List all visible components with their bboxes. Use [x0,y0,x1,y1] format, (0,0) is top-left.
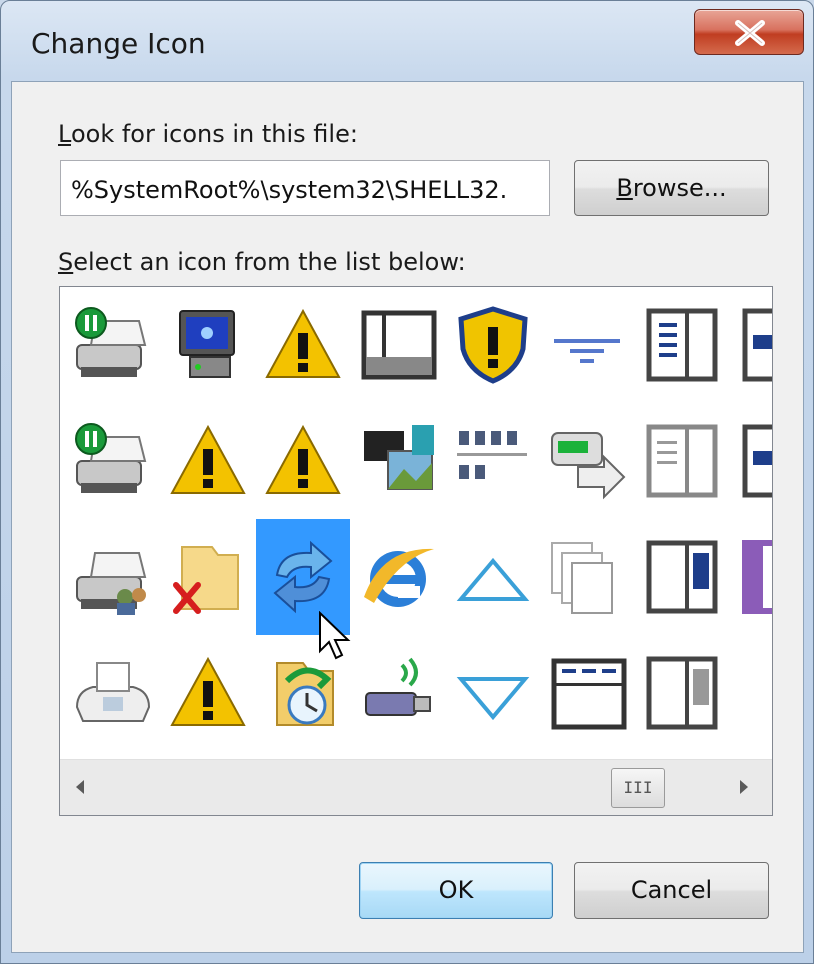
icon-cell[interactable] [541,635,635,751]
preview-pane-icon [646,540,718,614]
folder-backup-icon [276,662,334,726]
gray-pane-icon [646,656,718,730]
scroll-left-arrow-icon[interactable] [76,780,84,794]
icon-cell[interactable] [732,635,773,751]
change-icon-dialog: Change Icon Look for icons in this file:… [0,0,814,964]
icon-cell[interactable] [732,287,772,403]
icon-cell[interactable] [66,519,160,635]
icon-grid-view-icon [457,431,527,479]
icon-cell[interactable] [446,635,540,751]
copy-pages-icon [551,542,613,614]
scrollbar-thumb[interactable]: III [611,768,665,808]
mouse-pointer-icon [318,610,352,665]
details-pane-icon [646,308,718,382]
icon-cell[interactable] [636,287,730,403]
icon-cell[interactable] [636,403,730,519]
icon-cell[interactable] [541,403,635,519]
icon-cell[interactable] [541,519,635,635]
link-chain-icon [739,653,773,733]
icon-cell[interactable] [351,635,445,751]
icon-cell[interactable] [732,519,772,635]
dialog-body: Look for icons in this file: %SystemRoot… [11,81,804,953]
horizontal-scrollbar[interactable]: III [60,759,772,815]
title-bar[interactable]: Change Icon [1,1,813,81]
scroll-right-arrow-icon[interactable] [740,780,748,794]
dialog-title: Change Icon [31,27,206,60]
shared-printer-icon [76,552,147,615]
icon-cell[interactable] [446,403,540,519]
security-shield-warning-icon [458,306,528,384]
warning-icon [265,424,341,494]
text-pane-icon [646,424,718,498]
icon-cell[interactable] [256,287,350,403]
icon-cell[interactable] [732,403,772,519]
icon-cell[interactable] [351,287,445,403]
icon-cell[interactable] [161,403,255,519]
icon-cell[interactable] [636,635,730,751]
printer-paused-icon [75,307,147,377]
icon-cell[interactable] [161,519,255,635]
fax-icon [75,662,151,722]
icon-cell[interactable] [636,519,730,635]
browse-button[interactable]: Browse... [574,160,769,216]
warning-icon [265,308,341,378]
filter-lines-icon [554,339,620,363]
window-partial-icon [742,424,772,498]
icon-cell[interactable] [161,287,255,403]
icon-cell[interactable] [66,635,160,751]
media-library-icon [364,425,434,490]
icon-cell[interactable] [351,403,445,519]
drive-send-icon [551,432,626,500]
icon-cell[interactable] [66,403,160,519]
look-for-icons-label: Look for icons in this file: [58,120,358,148]
refresh-arrows-icon [273,540,333,614]
printer-paused-icon [75,423,147,493]
purple-pane-icon [742,540,772,614]
window-layout-icon [361,310,437,380]
triangle-up-icon [456,557,530,601]
close-icon [735,20,765,46]
usb-wireless-icon [365,657,431,716]
warning-icon [170,424,246,494]
icon-list[interactable]: III [59,286,773,816]
icon-cell[interactable] [446,287,540,403]
ok-button[interactable]: OK [359,862,553,919]
warning-icon [170,656,246,726]
internet-explorer-icon [364,548,434,607]
cancel-button[interactable]: Cancel [574,862,769,919]
close-button[interactable] [694,9,804,55]
select-icon-label: Select an icon from the list below: [58,248,466,276]
icon-cell[interactable] [541,287,635,403]
icon-file-path-input[interactable]: %SystemRoot%\system32\SHELL32. [60,160,550,216]
icon-cell[interactable] [256,403,350,519]
icon-cell[interactable] [446,519,540,635]
icon-cell[interactable] [66,287,160,403]
icon-cell[interactable] [351,519,445,635]
computer-monitor-icon [179,310,235,378]
triangle-down-icon [456,677,530,721]
icon-cell[interactable] [161,635,255,751]
window-partial-icon [742,308,772,382]
list-window-icon [551,658,627,730]
folder-delete-icon [173,546,239,614]
